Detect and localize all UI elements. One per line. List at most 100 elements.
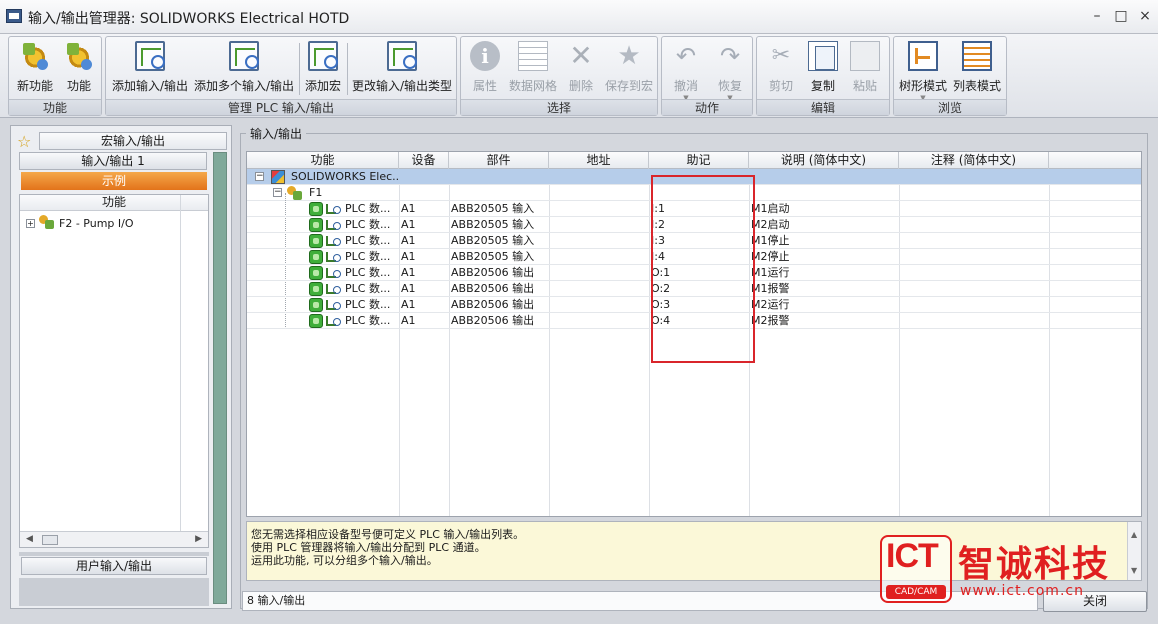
cell-function: PLC 数... xyxy=(345,314,391,327)
plc-io-icon xyxy=(309,282,323,296)
cell-address xyxy=(551,201,647,217)
ribbon-group-label: 动作 xyxy=(662,99,752,115)
collapse-icon[interactable]: − xyxy=(255,172,264,181)
scroll-right-icon[interactable]: ▶ xyxy=(195,534,202,544)
ribbon-group-select: i 属性 数据网格 ✕ 删除 ★ 保存到宏 选择 xyxy=(460,36,658,116)
horizontal-scrollbar[interactable]: ◀ ▶ xyxy=(20,531,208,547)
plc-io-icon xyxy=(309,314,323,328)
ribbon-group-action: ↶ 撤消 ▼ ↷ 恢复 ▼ 动作 xyxy=(661,36,753,116)
redo-icon: ↷ xyxy=(719,42,741,70)
project-icon xyxy=(271,170,285,184)
data-grid-button[interactable]: 数据网格 xyxy=(507,41,559,99)
function-icon xyxy=(287,186,303,200)
ribbon-group-label: 编辑 xyxy=(757,99,889,115)
input-signal-icon xyxy=(325,202,341,216)
window-title: 输入/输出管理器: SOLIDWORKS Electrical HOTD xyxy=(28,11,350,27)
paste-button[interactable]: 粘贴 xyxy=(845,41,885,99)
tree-item-f2[interactable]: + F2 - Pump I/O xyxy=(26,215,134,230)
panel-splitter[interactable] xyxy=(213,152,227,604)
close-window-button[interactable]: × xyxy=(1134,6,1156,26)
save-macro-icon: ★ xyxy=(617,41,641,71)
list-mode-icon xyxy=(962,41,992,71)
cell-part: ABB20506 输出 xyxy=(451,266,535,279)
watermark-company: 智诚科技 xyxy=(958,544,1111,585)
paste-icon xyxy=(850,41,880,71)
scroll-left-icon[interactable]: ◀ xyxy=(26,534,33,544)
add-multiple-io-button[interactable]: 添加多个输入/输出 xyxy=(192,41,296,99)
output-signal-icon xyxy=(325,266,341,280)
properties-button[interactable]: i 属性 xyxy=(463,41,507,99)
ribbon-group-label: 选择 xyxy=(461,99,657,115)
io-grid: 功能 设备 部件 地址 助记 说明 (简体中文) 注释 (简体中文) − SOL… xyxy=(246,151,1142,517)
minimize-button[interactable]: – xyxy=(1086,6,1108,26)
cell-function: PLC 数... xyxy=(345,218,391,231)
add-multiple-io-icon xyxy=(229,41,259,71)
delete-button[interactable]: ✕ 删除 xyxy=(561,41,601,99)
tab-user-io[interactable]: 用户输入/输出 xyxy=(21,557,207,575)
cell-note xyxy=(901,265,1047,281)
info-line: 运用此功能, 可以分组多个输入/输出。 xyxy=(251,554,438,567)
cell-description: M1运行 xyxy=(751,266,790,279)
column-header-description[interactable]: 说明 (简体中文) xyxy=(749,152,899,169)
grid-icon xyxy=(518,41,548,71)
new-function-icon xyxy=(20,41,50,71)
function-button[interactable]: 功能 xyxy=(59,41,99,99)
scroll-thumb[interactable] xyxy=(42,535,58,545)
cell-note xyxy=(901,313,1047,329)
new-function-button[interactable]: 新功能 xyxy=(13,41,57,99)
tab-io[interactable]: 输入/输出 1 xyxy=(19,152,207,170)
tree-mode-button[interactable]: 树形模式 ▼ xyxy=(896,41,950,102)
column-header-device[interactable]: 设备 xyxy=(399,152,449,169)
expand-icon[interactable]: + xyxy=(26,219,35,228)
output-signal-icon xyxy=(325,314,341,328)
input-signal-icon xyxy=(325,250,341,264)
cell-note xyxy=(901,233,1047,249)
save-to-macro-button[interactable]: ★ 保存到宏 xyxy=(601,41,657,99)
column-header-address[interactable]: 地址 xyxy=(549,152,649,169)
column-header-part[interactable]: 部件 xyxy=(449,152,549,169)
cut-button[interactable]: ✂ 剪切 xyxy=(761,41,801,99)
root-label: SOLIDWORKS Elec... xyxy=(291,170,399,183)
cell-device: A1 xyxy=(401,314,416,327)
example-header[interactable]: 示例 xyxy=(21,172,207,190)
column-header-mnemonic[interactable]: 助记 xyxy=(649,152,749,169)
favorite-star-icon[interactable]: ☆ xyxy=(17,132,31,151)
cell-function: PLC 数... xyxy=(345,234,391,247)
ribbon-group-edit: ✂ 剪切 复制 粘贴 编辑 xyxy=(756,36,890,116)
undo-icon: ↶ xyxy=(675,42,697,70)
column-divider xyxy=(180,195,181,531)
add-io-button[interactable]: 添加输入/输出 xyxy=(110,41,190,99)
column-header-function[interactable]: 功能 xyxy=(247,152,399,169)
cell-description: M2运行 xyxy=(751,298,790,311)
restore-button[interactable]: □ xyxy=(1110,6,1132,26)
left-panel: ☆ 宏输入/输出 输入/输出 1 示例 功能 + F2 - Pump I/O ◀ … xyxy=(10,125,232,609)
tab-macro-io[interactable]: 宏输入/输出 xyxy=(39,132,227,150)
ribbon-separator xyxy=(299,43,300,95)
add-io-icon xyxy=(135,41,165,71)
cell-part: ABB20505 输入 xyxy=(451,202,535,215)
cell-part: ABB20505 输入 xyxy=(451,234,535,247)
collapse-icon[interactable]: − xyxy=(273,188,282,197)
ict-logo: ICT CAD/CAM xyxy=(880,535,952,603)
cell-function: PLC 数... xyxy=(345,282,391,295)
cell-address xyxy=(551,265,647,281)
list-mode-button[interactable]: 列表模式 xyxy=(950,41,1004,99)
cell-note xyxy=(901,201,1047,217)
plc-io-icon xyxy=(309,298,323,312)
add-macro-button[interactable]: 添加宏 xyxy=(302,41,344,99)
cell-address xyxy=(551,249,647,265)
plc-io-icon xyxy=(309,234,323,248)
plc-io-icon xyxy=(309,218,323,232)
function-icon xyxy=(64,41,94,71)
cell-description: M2报警 xyxy=(751,314,790,327)
mnemonic-highlight-box xyxy=(651,175,755,363)
column-header-note[interactable]: 注释 (简体中文) xyxy=(899,152,1049,169)
change-io-type-button[interactable]: 更改输入/输出类型 xyxy=(350,41,454,99)
cell-note xyxy=(901,297,1047,313)
cell-part: ABB20505 输入 xyxy=(451,250,535,263)
redo-button[interactable]: ↷ 恢复 ▼ xyxy=(710,41,750,102)
output-signal-icon xyxy=(325,282,341,296)
undo-button[interactable]: ↶ 撤消 ▼ xyxy=(666,41,706,102)
copy-button[interactable]: 复制 xyxy=(803,41,843,99)
cell-device: A1 xyxy=(401,202,416,215)
